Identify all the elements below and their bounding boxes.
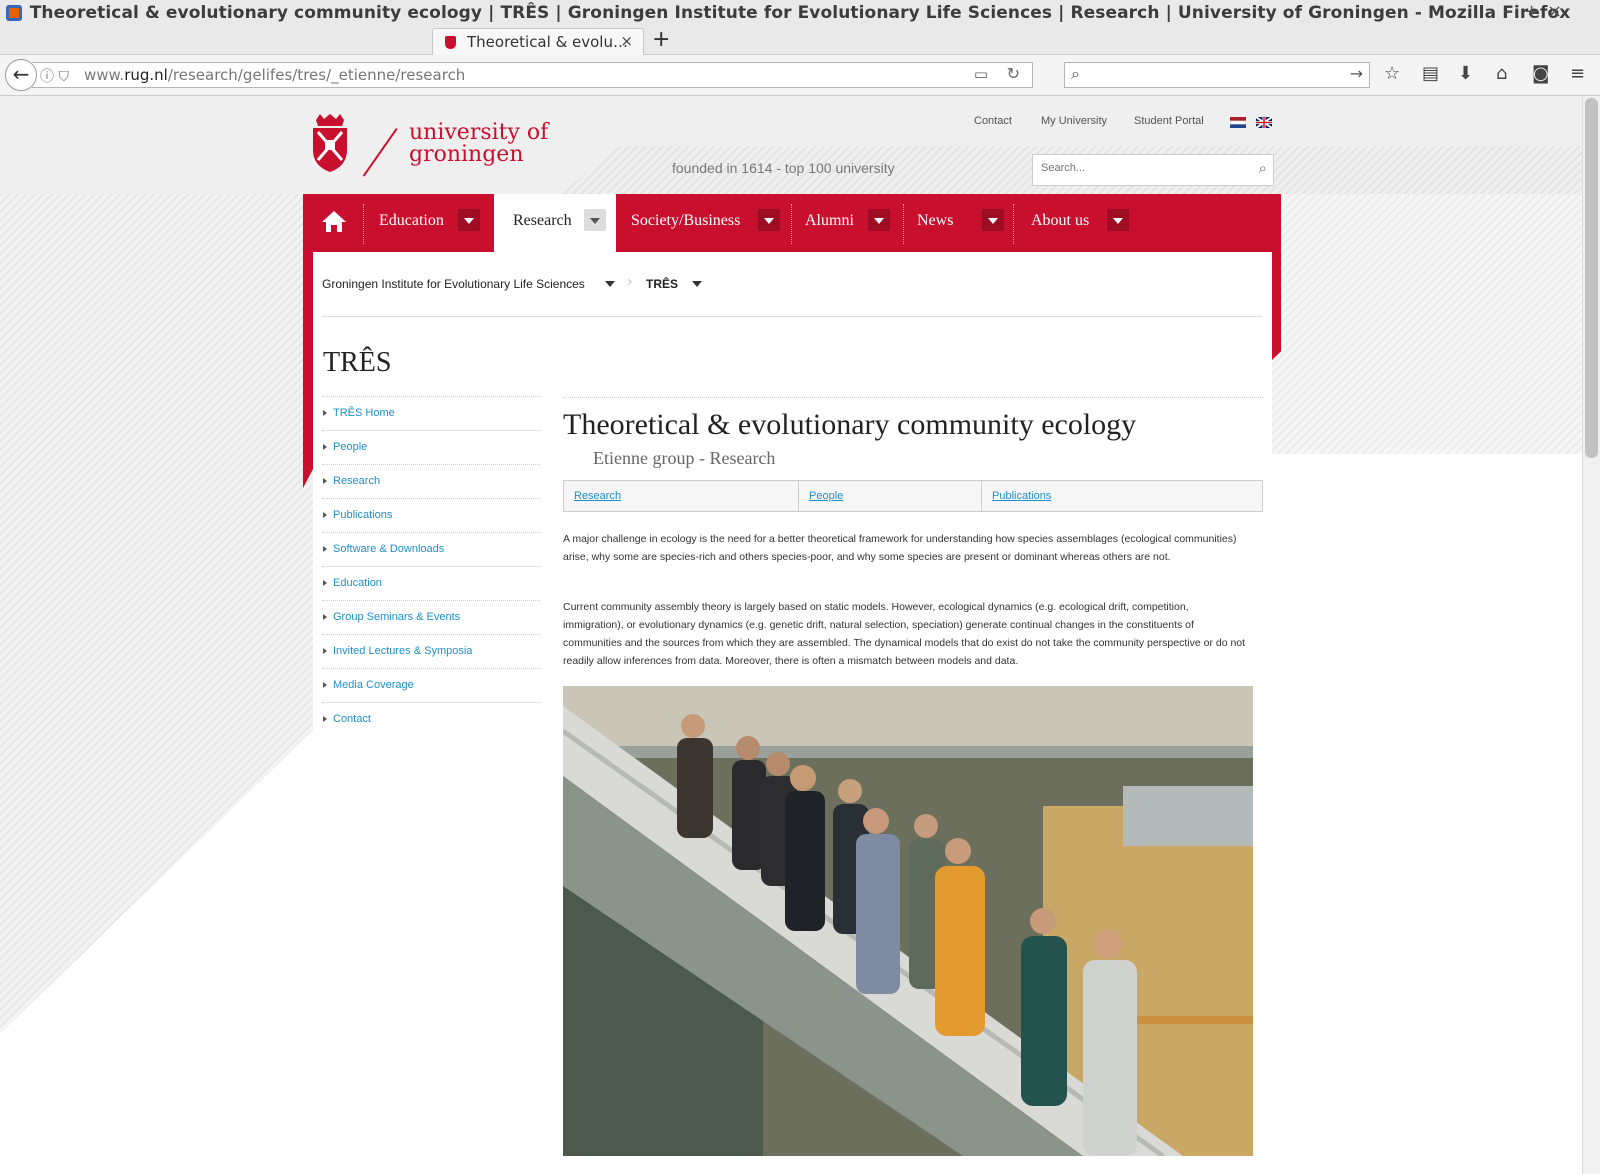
sidenav-item-publications[interactable]: Publications [322, 498, 540, 532]
english-flag-icon[interactable] [1256, 117, 1272, 128]
page-viewport: university of groningen Contact My Unive… [0, 96, 1582, 1174]
top-link-contact[interactable]: Contact [974, 115, 1012, 127]
chevron-down-icon[interactable] [868, 209, 890, 231]
home-icon[interactable] [319, 206, 349, 236]
pocket-icon[interactable]: ◙ [1532, 63, 1549, 84]
home-icon[interactable]: ⌂ [1496, 63, 1507, 84]
back-button[interactable]: ← [5, 59, 37, 91]
sidenav-item-group-seminars[interactable]: Group Seminars & Events [322, 600, 540, 634]
nav-alumni[interactable]: Alumni [793, 194, 903, 252]
article-paragraph-2: Current community assembly theory is lar… [563, 601, 1246, 667]
bullet-icon [323, 580, 327, 586]
tab-publications[interactable]: Publications [982, 481, 1262, 511]
chevron-down-icon[interactable] [982, 209, 1004, 231]
url-text[interactable]: www.rug.nl/research/gelifes/tres/_etienn… [84, 66, 465, 84]
content-area: Groningen Institute for Evolutionary Lif… [313, 252, 1272, 1174]
bullet-icon [323, 614, 327, 620]
red-side-accent-right [1272, 252, 1281, 360]
sidenav-item-tres-home[interactable]: TRÊS Home [322, 396, 540, 430]
bullet-icon [323, 648, 327, 654]
close-window-button[interactable]: × [1547, 1, 1562, 22]
bullet-icon [323, 546, 327, 552]
red-side-accent [303, 252, 313, 488]
search-go-icon[interactable]: → [1350, 64, 1363, 83]
maximize-window-button[interactable]: + [1524, 1, 1539, 22]
bullet-icon [323, 478, 327, 484]
site-info-icon[interactable]: ⓘ ⛉ [40, 66, 69, 86]
minimize-window-button[interactable]: – [1504, 1, 1513, 22]
site-search-input[interactable] [1039, 161, 1243, 175]
chevron-down-icon[interactable] [605, 281, 615, 287]
window-title-bar: Theoretical & evolutionary community eco… [0, 0, 1600, 26]
sidenav-item-people[interactable]: People [322, 430, 540, 464]
university-crest-logo[interactable] [310, 114, 350, 172]
diagonal-decoration [0, 194, 330, 1034]
tab-close-icon[interactable]: × [620, 32, 633, 50]
sidenav-item-software-downloads[interactable]: Software & Downloads [322, 532, 540, 566]
scrollbar-thumb[interactable] [1585, 98, 1598, 458]
article-paragraph-1: A major challenge in ecology is the need… [563, 533, 1237, 563]
tab-people[interactable]: People [799, 481, 982, 511]
breadcrumb-separator-icon: › [627, 274, 633, 290]
browser-search-field[interactable]: ⌕ → [1064, 62, 1370, 88]
side-navigation: TRÊS Home People Research Publications S… [322, 396, 540, 736]
breadcrumb-tres[interactable]: TRÊS [646, 277, 678, 291]
sidenav-item-invited-lectures[interactable]: Invited Lectures & Symposia [322, 634, 540, 668]
url-bar[interactable]: ⓘ ⛉ www.rug.nl/research/gelifes/tres/_et… [32, 62, 1033, 88]
chevron-down-icon[interactable] [458, 209, 480, 231]
reader-view-icon[interactable]: ▭ [974, 65, 988, 83]
top-link-student-portal[interactable]: Student Portal [1134, 115, 1204, 127]
tab-strip: Theoretical & evolu… × + [0, 26, 1600, 55]
bullet-icon [323, 512, 327, 518]
search-icon[interactable]: ⌕ [1259, 159, 1267, 177]
page-scrollbar[interactable] [1582, 96, 1600, 1174]
sidenav-item-media-coverage[interactable]: Media Coverage [322, 668, 540, 702]
bullet-icon [323, 444, 327, 450]
nav-education[interactable]: Education [365, 194, 490, 252]
library-icon[interactable]: ▤ [1422, 63, 1439, 84]
sidenav-item-research[interactable]: Research [322, 464, 540, 498]
download-icon[interactable]: ⬇ [1458, 63, 1473, 84]
site-search-box[interactable]: ⌕ [1032, 154, 1274, 186]
article-subtitle: Etienne group - Research [593, 448, 776, 468]
top-link-my-university[interactable]: My University [1041, 115, 1107, 127]
nav-about-us[interactable]: About us [1015, 194, 1140, 252]
group-photo [563, 686, 1253, 1156]
sidenav-item-education[interactable]: Education [322, 566, 540, 600]
university-wordmark[interactable]: university of groningen [409, 122, 548, 166]
article: Theoretical & evolutionary community eco… [563, 397, 1263, 1156]
tab-label: Theoretical & evolu… [467, 33, 628, 51]
sidenav-item-contact[interactable]: Contact [322, 702, 540, 736]
menu-icon[interactable]: ≡ [1570, 63, 1585, 84]
chevron-down-icon[interactable] [584, 209, 606, 231]
chevron-down-icon[interactable] [758, 209, 780, 231]
new-tab-button[interactable]: + [652, 27, 670, 52]
reload-icon[interactable]: ↻ [1007, 64, 1020, 83]
bullet-icon [323, 682, 327, 688]
nav-research[interactable]: Research [494, 194, 616, 252]
window-title: Theoretical & evolutionary community eco… [29, 3, 1571, 23]
tagline: founded in 1614 - top 100 university [672, 160, 895, 176]
article-tabs: Research People Publications [563, 480, 1263, 512]
article-title: Theoretical & evolutionary community eco… [563, 408, 1137, 441]
chevron-down-icon[interactable] [692, 281, 702, 287]
bullet-icon [323, 716, 327, 722]
nav-society-business[interactable]: Society/Business [621, 194, 789, 252]
breadcrumb-gelifes[interactable]: Groningen Institute for Evolutionary Lif… [322, 277, 585, 291]
main-navigation: Education Research Society/Business Alum… [303, 194, 1281, 252]
bullet-icon [323, 410, 327, 416]
site-favicon-icon [445, 36, 456, 49]
section-title: TRÊS [323, 347, 392, 378]
browser-tab[interactable]: Theoretical & evolu… × [432, 28, 644, 55]
breadcrumb: Groningen Institute for Evolutionary Lif… [322, 270, 1262, 317]
bookmark-star-icon[interactable]: ☆ [1384, 63, 1400, 84]
nav-news[interactable]: News [905, 194, 1015, 252]
navigation-toolbar: ⓘ ⛉ www.rug.nl/research/gelifes/tres/_et… [0, 55, 1600, 96]
tab-research[interactable]: Research [564, 481, 799, 511]
dutch-flag-icon[interactable] [1230, 117, 1246, 128]
search-icon: ⌕ [1071, 64, 1080, 83]
chevron-down-icon[interactable] [1107, 209, 1129, 231]
